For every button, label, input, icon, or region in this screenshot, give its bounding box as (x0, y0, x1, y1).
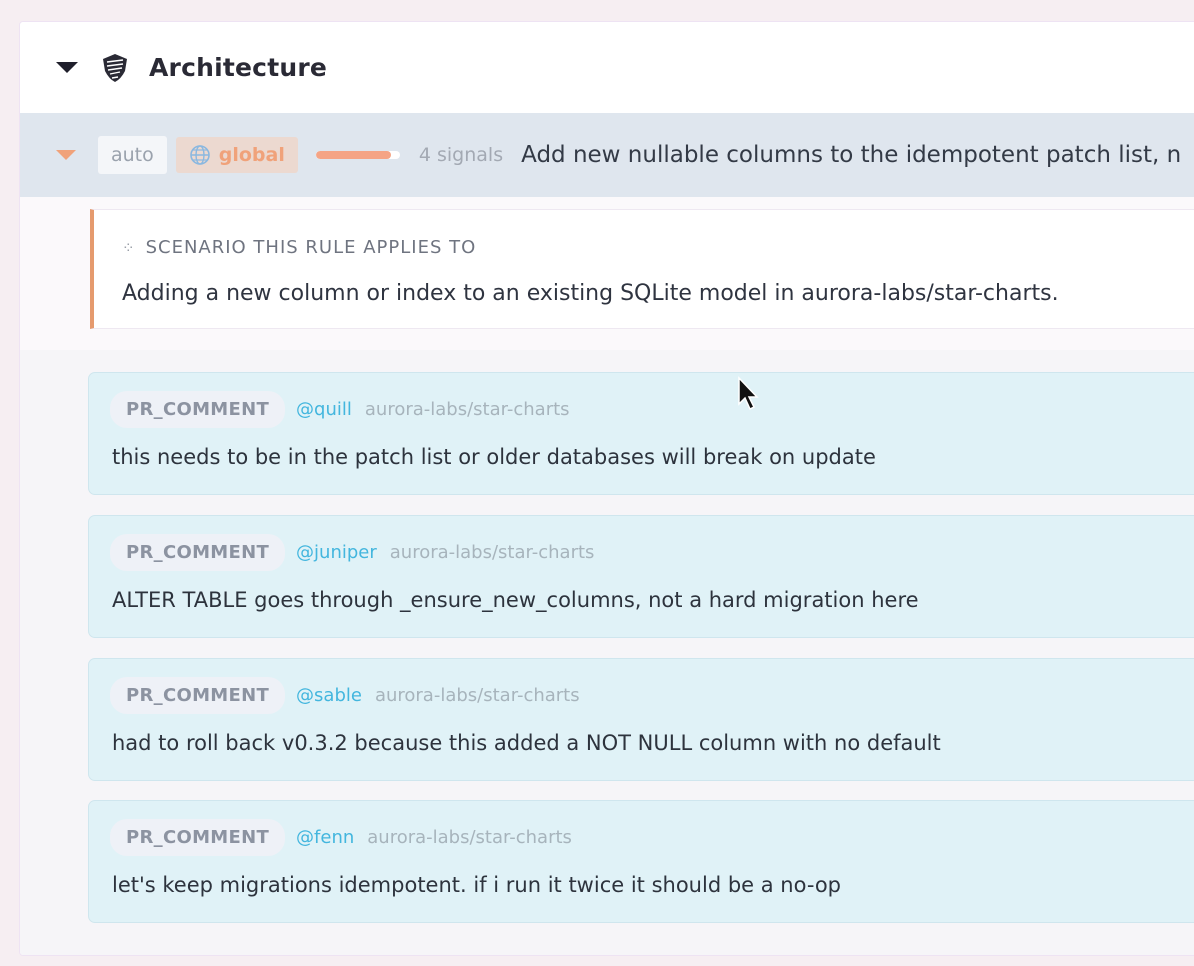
globe-icon (189, 144, 211, 166)
comment-meta: PR_COMMENT @fenn aurora-labs/star-charts (110, 819, 572, 856)
comment-meta: PR_COMMENT @juniper aurora-labs/star-cha… (110, 534, 594, 571)
comment-meta: PR_COMMENT @quill aurora-labs/star-chart… (110, 391, 570, 428)
comments-list: PR_COMMENT @quill aurora-labs/star-chart… (20, 350, 1194, 955)
comment-text: ALTER TABLE goes through _ensure_new_col… (112, 588, 919, 612)
comment-repo: aurora-labs/star-charts (364, 399, 570, 420)
comment-kind-badge: PR_COMMENT (110, 677, 286, 714)
sparkle-icon: ⁘ (122, 238, 136, 257)
section-header[interactable]: Architecture (20, 22, 1194, 113)
rule-text: Add new nullable columns to the idempote… (521, 142, 1182, 168)
comment-author-link[interactable]: @fenn (296, 827, 354, 848)
comment-author-link[interactable]: @sable (296, 685, 362, 706)
comment-kind-badge: PR_COMMENT (110, 534, 286, 571)
collapse-caret-icon[interactable] (56, 62, 78, 73)
comment-card: PR_COMMENT @fenn aurora-labs/star-charts… (88, 800, 1194, 923)
mouse-cursor-icon (738, 376, 759, 411)
comment-repo: aurora-labs/star-charts (374, 685, 580, 706)
comment-text: this needs to be in the patch list or ol… (112, 445, 876, 469)
comment-kind-badge: PR_COMMENT (110, 819, 286, 856)
signal-count: 4 signals (418, 144, 504, 166)
comment-author-link[interactable]: @quill (296, 399, 352, 420)
confidence-bar-fill (315, 151, 392, 159)
comment-card: PR_COMMENT @juniper aurora-labs/star-cha… (88, 515, 1194, 638)
rules-card: Architecture auto global 4 signals Add n… (19, 21, 1194, 956)
comment-kind-badge: PR_COMMENT (110, 391, 286, 428)
scope-tag: global (175, 137, 298, 173)
comment-card: PR_COMMENT @quill aurora-labs/star-chart… (88, 372, 1194, 495)
comment-author-link[interactable]: @juniper (296, 542, 377, 563)
scenario-text: Adding a new column or index to an exist… (122, 281, 1059, 306)
comment-text: had to roll back v0.3.2 because this add… (112, 731, 941, 755)
scenario-label: SCENARIO THIS RULE APPLIES TO (145, 237, 477, 258)
scenario-label-row: ⁘ SCENARIO THIS RULE APPLIES TO (122, 237, 476, 258)
scope-tag-label: global (218, 144, 285, 166)
comment-repo: aurora-labs/star-charts (367, 827, 572, 848)
section-title: Architecture (149, 53, 328, 82)
comment-text: let's keep migrations idempotent. if i r… (112, 873, 841, 897)
expand-caret-icon[interactable] (56, 150, 76, 160)
comment-repo: aurora-labs/star-charts (389, 542, 595, 563)
scenario-box: ⁘ SCENARIO THIS RULE APPLIES TO Adding a… (90, 209, 1194, 329)
comment-card: PR_COMMENT @sable aurora-labs/star-chart… (88, 658, 1194, 781)
rule-row[interactable]: auto global 4 signals Add new nullable c… (20, 113, 1194, 197)
mode-tag: auto (98, 136, 167, 174)
confidence-bar (315, 151, 400, 159)
shield-icon (102, 53, 128, 83)
comment-meta: PR_COMMENT @sable aurora-labs/star-chart… (110, 677, 580, 714)
